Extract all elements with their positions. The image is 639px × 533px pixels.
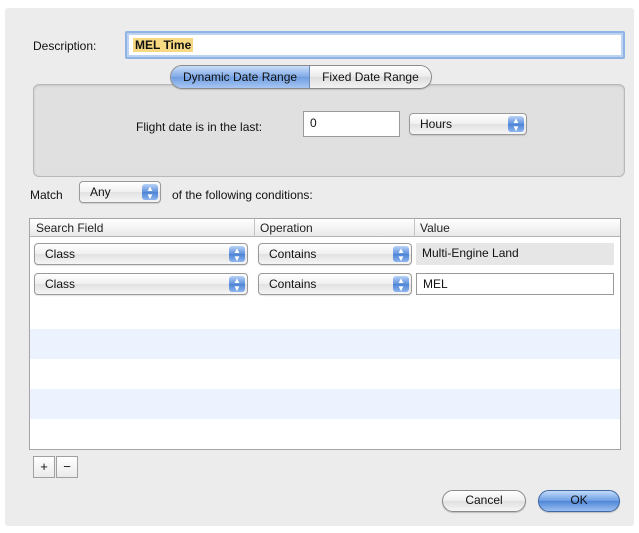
column-divider <box>254 219 255 237</box>
empty-row <box>30 419 620 449</box>
search-field-popup[interactable]: Class ▲ ▼ <box>34 243 248 265</box>
description-value: MEL Time <box>133 38 194 52</box>
value-field[interactable]: MEL <box>416 273 614 295</box>
search-field-value: Class <box>45 247 76 261</box>
cancel-button[interactable]: Cancel <box>442 490 526 512</box>
date-range-segmented-control[interactable]: Dynamic Date Range Fixed Date Range <box>170 65 432 89</box>
add-condition-button[interactable]: + <box>33 456 55 478</box>
column-header-search-field[interactable]: Search Field <box>36 221 103 235</box>
remove-condition-button[interactable]: − <box>56 456 78 478</box>
time-unit-popup[interactable]: Hours ▲ ▼ <box>409 113 527 135</box>
column-header-value[interactable]: Value <box>420 221 450 235</box>
operation-popup[interactable]: Contains ▲ ▼ <box>258 243 412 265</box>
flight-date-amount-field[interactable]: 0 <box>303 111 400 137</box>
match-label: Match <box>30 188 63 202</box>
value-field[interactable]: Multi-Engine Land <box>416 243 614 265</box>
operation-value: Contains <box>269 247 317 261</box>
empty-row <box>30 389 620 419</box>
popup-arrows-icon: ▲ ▼ <box>393 276 409 293</box>
match-mode-popup[interactable]: Any ▲ ▼ <box>79 181 161 203</box>
description-label: Description: <box>33 39 97 53</box>
popup-arrows-icon: ▲ ▼ <box>229 246 245 263</box>
ok-button[interactable]: OK <box>538 490 620 512</box>
empty-row <box>30 359 620 389</box>
operation-value: Contains <box>269 277 317 291</box>
empty-row <box>30 329 620 359</box>
popup-arrows-icon: ▲ ▼ <box>393 246 409 263</box>
conditions-table: Search Field Operation Value Class ▲ ▼ Co… <box>29 218 621 450</box>
conditions-label: of the following conditions: <box>172 188 313 202</box>
match-mode-value: Any <box>90 185 111 199</box>
table-row: Class ▲ ▼ Contains ▲ ▼ MEL <box>30 269 620 299</box>
operation-popup[interactable]: Contains ▲ ▼ <box>258 273 412 295</box>
popup-arrows-icon: ▲ ▼ <box>508 116 524 133</box>
time-unit-value: Hours <box>420 117 453 131</box>
tab-fixed-date-range[interactable]: Fixed Date Range <box>310 66 431 88</box>
column-divider <box>414 219 415 237</box>
table-header: Search Field Operation Value <box>30 219 620 237</box>
flight-date-label: Flight date is in the last: <box>136 120 263 134</box>
table-row: Class ▲ ▼ Contains ▲ ▼ Multi-Engine Land <box>30 239 620 269</box>
popup-arrows-icon: ▲ ▼ <box>142 184 158 201</box>
search-field-value: Class <box>45 277 76 291</box>
popup-arrows-icon: ▲ ▼ <box>229 276 245 293</box>
tab-dynamic-date-range[interactable]: Dynamic Date Range <box>171 66 311 88</box>
empty-row <box>30 299 620 329</box>
search-field-popup[interactable]: Class ▲ ▼ <box>34 273 248 295</box>
column-header-operation[interactable]: Operation <box>260 221 313 235</box>
description-field[interactable]: MEL Time <box>125 31 625 59</box>
